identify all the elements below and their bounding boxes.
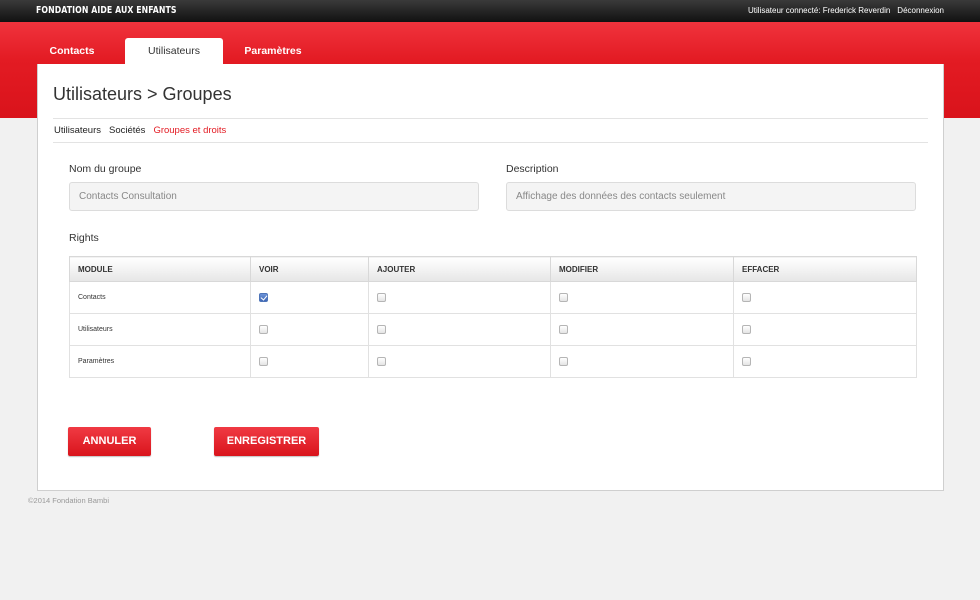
modifier-checkbox[interactable] <box>559 357 568 366</box>
effacer-checkbox[interactable] <box>742 357 751 366</box>
content-panel: Utilisateurs > Groupes Utilisateurs Socié… <box>37 64 944 491</box>
permission-cell-modifier <box>550 345 734 378</box>
modifier-checkbox[interactable] <box>559 293 568 302</box>
table-row: Contacts <box>69 281 917 314</box>
cancel-button[interactable]: ANNULER <box>68 427 151 456</box>
ajouter-checkbox[interactable] <box>377 325 386 334</box>
voir-checkbox[interactable] <box>259 357 268 366</box>
brand-logo: FONDATION AIDE AUX ENFANTS <box>36 5 177 16</box>
footer-copyright: ©2014 Fondation Bambi <box>28 496 109 505</box>
tab-parametres[interactable]: Paramètres <box>240 38 306 64</box>
modifier-checkbox[interactable] <box>559 325 568 334</box>
logout-link[interactable]: Déconnexion <box>897 6 944 15</box>
group-name-input[interactable] <box>69 182 479 211</box>
subnav-utilisateurs[interactable]: Utilisateurs <box>54 125 101 136</box>
group-name-label: Nom du groupe <box>69 163 142 175</box>
table-row: Utilisateurs <box>69 313 917 346</box>
permission-cell-voir <box>250 313 369 346</box>
title-divider <box>53 118 928 119</box>
module-name-cell: Utilisateurs <box>69 313 251 346</box>
subnav-groupes-et-droits[interactable]: Groupes et droits <box>153 125 226 136</box>
table-header-row: MODULE VOIR AJOUTER MODIFIER EFFACER <box>69 256 917 282</box>
permission-cell-effacer <box>733 313 917 346</box>
page-title: Utilisateurs > Groupes <box>53 84 232 104</box>
permission-cell-voir <box>250 345 369 378</box>
voir-checkbox[interactable] <box>259 293 268 302</box>
tab-utilisateurs[interactable]: Utilisateurs <box>125 38 223 64</box>
top-bar: FONDATION AIDE AUX ENFANTS Utilisateur c… <box>0 0 980 22</box>
column-header-module: MODULE <box>69 256 251 282</box>
save-button[interactable]: ENREGISTRER <box>214 427 319 456</box>
subnav-societes[interactable]: Sociétés <box>109 125 145 136</box>
logged-in-user: Utilisateur connecté: Frederick Reverdin <box>748 6 891 15</box>
column-header-effacer: EFFACER <box>733 256 917 282</box>
module-name-cell: Contacts <box>69 281 251 314</box>
rights-table: MODULE VOIR AJOUTER MODIFIER EFFACER Con… <box>69 256 917 378</box>
rights-label: Rights <box>69 232 99 244</box>
permission-cell-ajouter <box>368 313 551 346</box>
permission-cell-ajouter <box>368 345 551 378</box>
permission-cell-modifier <box>550 281 734 314</box>
subnav-divider <box>53 142 928 143</box>
ajouter-checkbox[interactable] <box>377 357 386 366</box>
effacer-checkbox[interactable] <box>742 293 751 302</box>
permission-cell-modifier <box>550 313 734 346</box>
permission-cell-voir <box>250 281 369 314</box>
effacer-checkbox[interactable] <box>742 325 751 334</box>
sub-navigation: Utilisateurs Sociétés Groupes et droits <box>54 125 234 136</box>
module-name-cell: Paramètres <box>69 345 251 378</box>
description-input[interactable] <box>506 182 916 211</box>
column-header-ajouter: AJOUTER <box>368 256 551 282</box>
voir-checkbox[interactable] <box>259 325 268 334</box>
ajouter-checkbox[interactable] <box>377 293 386 302</box>
description-label: Description <box>506 163 559 175</box>
permission-cell-effacer <box>733 345 917 378</box>
table-row: Paramètres <box>69 345 917 378</box>
column-header-voir: VOIR <box>250 256 369 282</box>
permission-cell-ajouter <box>368 281 551 314</box>
tab-contacts[interactable]: Contacts <box>44 38 100 64</box>
permission-cell-effacer <box>733 281 917 314</box>
column-header-modifier: MODIFIER <box>550 256 734 282</box>
user-info: Utilisateur connecté: Frederick Reverdin… <box>748 6 944 15</box>
